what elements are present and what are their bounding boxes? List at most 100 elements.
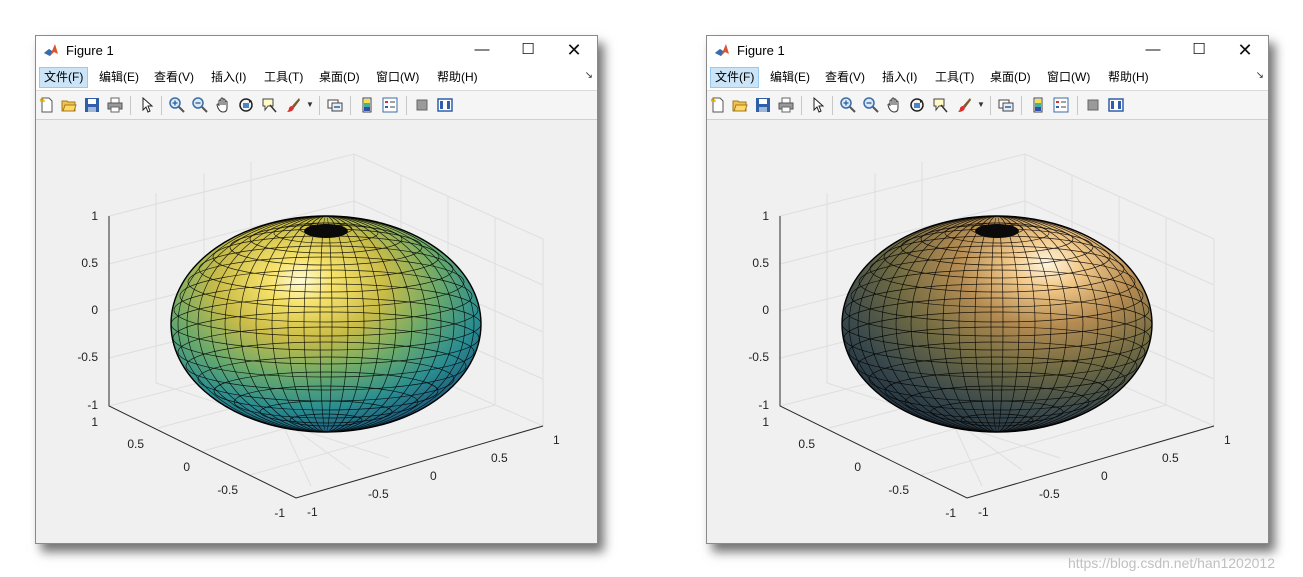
- menu-window[interactable]: 窗口(W): [372, 68, 423, 87]
- brush-dropdown-icon[interactable]: ▼: [977, 100, 985, 109]
- x-tick-label: -1: [978, 505, 989, 519]
- minimize-button[interactable]: —: [459, 36, 505, 64]
- z-tick-label: -1: [87, 398, 98, 412]
- menu-file[interactable]: 文件(F): [710, 67, 759, 88]
- pan-hand-icon[interactable]: [215, 97, 231, 113]
- figure-window-left: Figure 1 — ☐ ✕ 文件(F) 编辑(E) 查看(V) 插入(I) 工…: [35, 35, 598, 544]
- y-axis-ticks: 1 0.5 0 -0.5 -1: [91, 415, 285, 520]
- minimize-button[interactable]: —: [1130, 36, 1176, 64]
- menu-tools[interactable]: 工具(T): [931, 68, 978, 87]
- window-title: Figure 1: [66, 43, 114, 58]
- y-tick-label: -1: [274, 506, 285, 520]
- x-tick-label: 0: [1101, 469, 1108, 483]
- new-figure-icon[interactable]: [710, 97, 726, 113]
- show-plot-tools-icon[interactable]: [1108, 97, 1124, 113]
- menu-view[interactable]: 查看(V): [150, 68, 198, 87]
- zoom-out-icon[interactable]: [863, 97, 879, 113]
- arrow-select-icon[interactable]: [810, 97, 826, 113]
- surface-ellipsoid: [171, 216, 481, 432]
- x-tick-label: 0.5: [491, 451, 508, 465]
- surface-ellipsoid: [842, 216, 1152, 432]
- data-cursor-icon[interactable]: [932, 97, 948, 113]
- menu-help[interactable]: 帮助(H): [433, 68, 482, 87]
- brush-dropdown-icon[interactable]: ▼: [306, 100, 314, 109]
- menu-bar: 文件(F) 编辑(E) 查看(V) 插入(I) 工具(T) 桌面(D) 窗口(W…: [36, 64, 597, 91]
- x-axis-ticks: -1 -0.5 0 0.5 1: [978, 433, 1231, 519]
- window-title: Figure 1: [737, 43, 785, 58]
- z-axis-ticks: 1 0.5 0 -0.5 -1: [77, 209, 98, 412]
- arrow-select-icon[interactable]: [139, 97, 155, 113]
- x-tick-label: -0.5: [368, 487, 389, 501]
- x-tick-label: -0.5: [1039, 487, 1060, 501]
- open-folder-icon[interactable]: [732, 97, 748, 113]
- z-tick-label: 1: [91, 209, 98, 223]
- menu-insert[interactable]: 插入(I): [207, 68, 250, 87]
- maximize-button[interactable]: ☐: [1176, 36, 1222, 64]
- zoom-in-icon[interactable]: [169, 97, 185, 113]
- y-tick-label: 0.5: [798, 437, 815, 451]
- menu-expand-icon[interactable]: ↘: [585, 70, 593, 81]
- pan-hand-icon[interactable]: [886, 97, 902, 113]
- menu-view[interactable]: 查看(V): [821, 68, 869, 87]
- z-tick-label: 0.5: [81, 256, 98, 270]
- x-tick-label: 0: [430, 469, 437, 483]
- colorbar-icon[interactable]: [359, 97, 375, 113]
- open-folder-icon[interactable]: [61, 97, 77, 113]
- close-button[interactable]: ✕: [551, 36, 597, 64]
- zoom-out-icon[interactable]: [192, 97, 208, 113]
- show-plot-tools-icon[interactable]: [437, 97, 453, 113]
- title-bar[interactable]: Figure 1 — ☐ ✕: [707, 36, 1268, 64]
- watermark: https://blog.csdn.net/han1202012: [1068, 555, 1275, 571]
- menu-window[interactable]: 窗口(W): [1043, 68, 1094, 87]
- axes-3d[interactable]: 1 0.5 0 -0.5 -1 1 0.5 0 -0.5 -1 -1 -0.5 …: [36, 121, 597, 543]
- close-button[interactable]: ✕: [1222, 36, 1268, 64]
- menu-edit[interactable]: 编辑(E): [95, 68, 143, 87]
- y-tick-label: -0.5: [888, 483, 909, 497]
- y-axis-ticks: 1 0.5 0 -0.5 -1: [762, 415, 956, 520]
- z-tick-label: -0.5: [748, 350, 769, 364]
- y-tick-label: 0.5: [127, 437, 144, 451]
- link-plot-icon[interactable]: [998, 97, 1014, 113]
- y-tick-label: -1: [945, 506, 956, 520]
- x-tick-label: 1: [1224, 433, 1231, 447]
- menu-bar: 文件(F) 编辑(E) 查看(V) 插入(I) 工具(T) 桌面(D) 窗口(W…: [707, 64, 1268, 91]
- menu-expand-icon[interactable]: ↘: [1256, 70, 1264, 81]
- y-tick-label: 0: [183, 460, 190, 474]
- colorbar-icon[interactable]: [1030, 97, 1046, 113]
- axes-3d[interactable]: 1 0.5 0 -0.5 -1 1 0.5 0 -0.5 -1 -1 -0.5 …: [707, 121, 1268, 543]
- legend-icon[interactable]: [1053, 97, 1069, 113]
- print-icon[interactable]: [107, 97, 123, 113]
- menu-insert[interactable]: 插入(I): [878, 68, 921, 87]
- rotate-3d-icon[interactable]: [909, 97, 925, 113]
- rotate-3d-icon[interactable]: [238, 97, 254, 113]
- menu-help[interactable]: 帮助(H): [1104, 68, 1153, 87]
- zoom-in-icon[interactable]: [840, 97, 856, 113]
- brush-icon[interactable]: [285, 97, 301, 113]
- z-tick-label: -1: [758, 398, 769, 412]
- figure-window-right: Figure 1 — ☐ ✕ 文件(F) 编辑(E) 查看(V) 插入(I) 工…: [706, 35, 1269, 544]
- data-cursor-icon[interactable]: [261, 97, 277, 113]
- menu-file[interactable]: 文件(F): [39, 67, 88, 88]
- save-icon[interactable]: [84, 97, 100, 113]
- y-tick-label: 1: [762, 415, 769, 429]
- menu-edit[interactable]: 编辑(E): [766, 68, 814, 87]
- hide-plot-tools-icon[interactable]: [1085, 97, 1101, 113]
- maximize-button[interactable]: ☐: [505, 36, 551, 64]
- y-tick-label: 1: [91, 415, 98, 429]
- print-icon[interactable]: [778, 97, 794, 113]
- z-tick-label: 0: [762, 303, 769, 317]
- y-tick-label: -0.5: [217, 483, 238, 497]
- title-bar[interactable]: Figure 1 — ☐ ✕: [36, 36, 597, 64]
- brush-icon[interactable]: [956, 97, 972, 113]
- figure-toolbar: ▼: [707, 91, 1268, 120]
- link-plot-icon[interactable]: [327, 97, 343, 113]
- z-tick-label: -0.5: [77, 350, 98, 364]
- menu-desktop[interactable]: 桌面(D): [986, 68, 1035, 87]
- new-figure-icon[interactable]: [39, 97, 55, 113]
- hide-plot-tools-icon[interactable]: [414, 97, 430, 113]
- figure-toolbar: ▼: [36, 91, 597, 120]
- legend-icon[interactable]: [382, 97, 398, 113]
- menu-desktop[interactable]: 桌面(D): [315, 68, 364, 87]
- save-icon[interactable]: [755, 97, 771, 113]
- menu-tools[interactable]: 工具(T): [260, 68, 307, 87]
